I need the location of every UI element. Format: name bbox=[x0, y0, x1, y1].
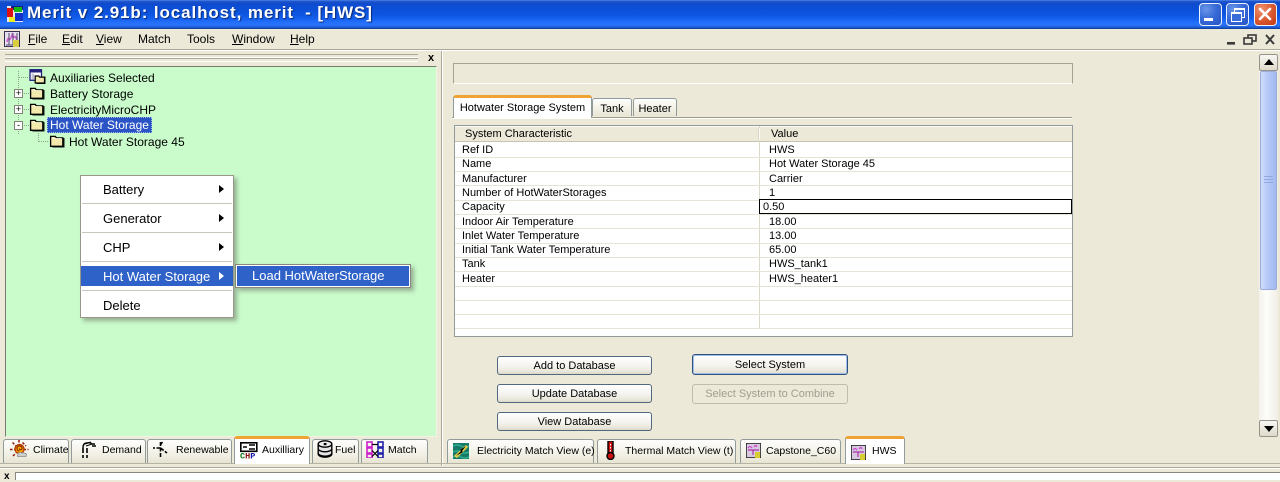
svg-text:CHP: CHP bbox=[240, 452, 255, 460]
